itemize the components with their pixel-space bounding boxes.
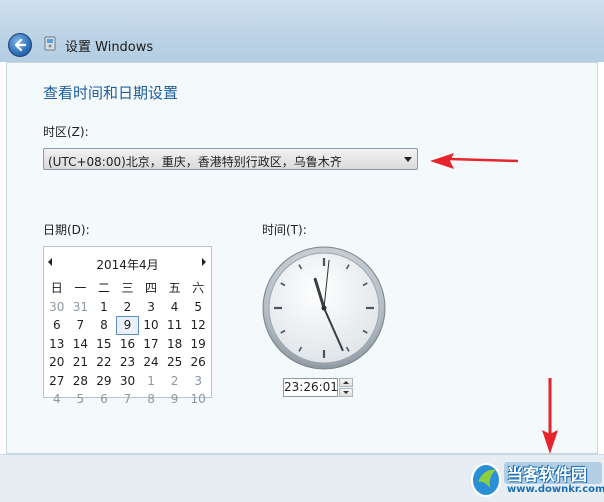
calendar-day[interactable]: 2 — [163, 372, 187, 391]
calendar-day[interactable]: 28 — [69, 372, 93, 391]
calendar-day[interactable]: 27 — [45, 372, 69, 391]
calendar-grid: 日一二三四五六 30 31 1 2 3 4 5 6 7 8 9 10 11 12 13 14 15 16 17 18 19… — [45, 279, 210, 409]
calendar-day[interactable]: 4 — [163, 298, 187, 317]
setup-windows-icon — [44, 36, 56, 51]
calendar-day-selected[interactable]: 9 — [115, 316, 140, 335]
calendar-day[interactable]: 14 — [69, 335, 93, 354]
calendar-day[interactable]: 29 — [92, 372, 116, 391]
calendar-day[interactable]: 9 — [163, 390, 187, 409]
time-input[interactable]: 23:26:01 — [283, 378, 338, 397]
calendar-weekday-row: 日一二三四五六 — [45, 279, 210, 298]
calendar-day[interactable]: 26 — [186, 353, 210, 372]
calendar-day[interactable]: 8 — [139, 390, 163, 409]
calendar-week-row: 30 31 1 2 3 4 5 — [45, 298, 210, 317]
calendar-weekday: 五 — [168, 281, 181, 295]
calendar-day[interactable]: 12 — [186, 316, 210, 335]
calendar-day[interactable]: 8 — [92, 316, 116, 335]
calendar-day[interactable]: 24 — [139, 353, 163, 372]
chevron-down-icon[interactable] — [404, 157, 412, 162]
calendar-day[interactable]: 4 — [45, 390, 69, 409]
spin-up-icon[interactable] — [339, 378, 353, 387]
calendar-day[interactable]: 6 — [45, 316, 69, 335]
calendar-day[interactable]: 5 — [69, 390, 93, 409]
calendar-day[interactable]: 6 — [92, 390, 116, 409]
calendar-day[interactable]: 11 — [163, 316, 187, 335]
calendar-week-row: 6 7 8 9 10 11 12 — [45, 316, 210, 335]
back-button[interactable] — [8, 33, 32, 57]
calendar-day[interactable]: 3 — [139, 298, 163, 317]
calendar-weekday: 二 — [97, 281, 110, 295]
timezone-select[interactable]: (UTC+08:00)北京，重庆，香港特别行政区，乌鲁木齐 — [43, 148, 418, 170]
time-spinner[interactable] — [339, 378, 353, 397]
calendar-day[interactable]: 31 — [69, 298, 93, 317]
calendar-weekday: 日 — [50, 281, 63, 295]
timezone-value: (UTC+08:00)北京，重庆，香港特别行政区，乌鲁木齐 — [48, 155, 342, 169]
calendar-day[interactable]: 5 — [186, 298, 210, 317]
analog-clock — [262, 246, 386, 370]
calendar-day[interactable]: 19 — [186, 335, 210, 354]
calendar-month[interactable]: 2014年4月 — [44, 256, 211, 273]
calendar-day[interactable]: 3 — [186, 372, 210, 391]
calendar-day[interactable]: 13 — [45, 335, 69, 354]
calendar-day[interactable]: 17 — [139, 335, 163, 354]
calendar-week-row: 13 14 15 16 17 18 19 — [45, 335, 210, 354]
watermark-url: www.downkr.com — [507, 484, 604, 495]
calendar-day[interactable]: 30 — [45, 298, 69, 317]
annotation-arrow-down — [542, 378, 558, 454]
calendar-day[interactable]: 16 — [116, 335, 140, 354]
calendar-day[interactable]: 18 — [163, 335, 187, 354]
calendar-day[interactable]: 7 — [116, 390, 140, 409]
calendar-weekday: 四 — [145, 281, 158, 295]
calendar-day[interactable]: 7 — [69, 316, 93, 335]
calendar-week-row: 4 5 6 7 8 9 10 — [45, 390, 210, 409]
calendar[interactable]: 2014年4月 日一二三四五六 30 31 1 2 3 4 5 6 7 8 9 10 11 12 13 14 15… — [43, 246, 212, 406]
timezone-label: 时区(Z): — [43, 125, 89, 139]
calendar-day[interactable]: 20 — [45, 353, 69, 372]
annotation-arrow-left — [430, 153, 519, 169]
watermark-text: 当客软件园 — [507, 465, 588, 484]
calendar-day[interactable]: 10 — [186, 390, 210, 409]
next-month-icon[interactable] — [202, 258, 206, 266]
window-title: 设置 Windows — [65, 40, 154, 55]
calendar-day[interactable]: 1 — [139, 372, 163, 391]
calendar-day[interactable]: 10 — [139, 316, 163, 335]
back-arrow-icon — [14, 38, 27, 52]
title-bar: 设置 Windows — [0, 0, 604, 62]
calendar-day[interactable]: 23 — [116, 353, 140, 372]
calendar-day[interactable]: 2 — [116, 298, 140, 317]
calendar-week-row: 27 28 29 30 1 2 3 — [45, 372, 210, 391]
calendar-day[interactable]: 25 — [163, 353, 187, 372]
calendar-day[interactable]: 22 — [92, 353, 116, 372]
page-heading: 查看时间和日期设置 — [43, 84, 179, 102]
calendar-day[interactable]: 15 — [92, 335, 116, 354]
time-label: 时间(T): — [262, 223, 307, 237]
calendar-week-row: 20 21 22 23 24 25 26 — [45, 353, 210, 372]
calendar-day[interactable]: 21 — [69, 353, 93, 372]
calendar-weekday: 三 — [121, 281, 134, 295]
date-label: 日期(D): — [43, 223, 90, 237]
calendar-weekday: 一 — [74, 281, 87, 295]
calendar-weekday: 六 — [192, 281, 205, 295]
calendar-day[interactable]: 1 — [92, 298, 116, 317]
spin-down-icon[interactable] — [339, 388, 353, 397]
calendar-day[interactable]: 30 — [116, 372, 140, 391]
